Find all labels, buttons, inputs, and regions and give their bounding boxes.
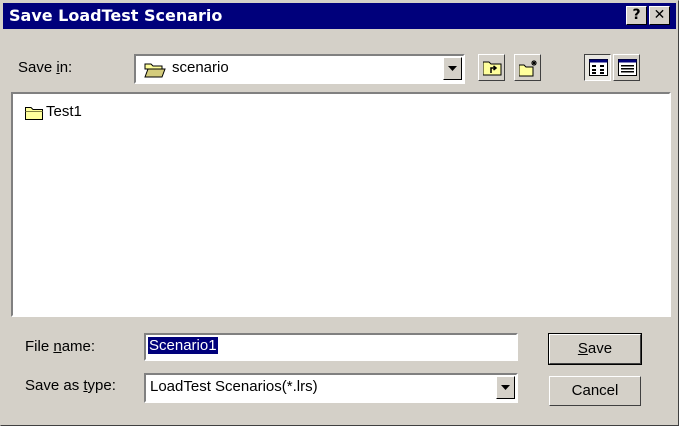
chevron-down-icon [501,385,510,390]
details-view-icon [618,59,637,76]
file-name-label: Test1 [46,103,82,120]
title-bar[interactable]: Save LoadTest Scenario ? ✕ [3,3,676,29]
file-name-value: Scenario1 [148,337,218,354]
save-in-value: scenario [172,59,229,76]
save-as-type-label: Save as type: [25,377,116,394]
close-button[interactable]: ✕ [649,6,670,25]
help-button[interactable]: ? [626,6,647,25]
file-list[interactable]: Test1 [11,92,671,317]
up-one-level-button[interactable] [478,54,505,81]
cancel-button[interactable]: Cancel [549,376,641,406]
help-icon: ? [632,7,641,23]
close-icon: ✕ [653,7,666,23]
save-as-type-dropdown-button[interactable] [496,376,515,399]
folder-icon [25,107,43,120]
save-loadtest-scenario-dialog: Save LoadTest Scenario ? ✕ Save in: scen… [0,0,679,426]
save-as-type-combo[interactable]: LoadTest Scenarios(*.lrs) [144,373,518,403]
chevron-down-icon [448,66,457,71]
list-view-icon [589,59,608,76]
save-in-dropdown-button[interactable] [443,57,462,80]
up-one-level-icon [483,61,502,76]
file-name-label: File name: [25,338,96,355]
list-view-button[interactable] [584,54,611,81]
save-button[interactable]: Save [548,333,642,365]
create-new-folder-icon [519,60,537,77]
details-view-button[interactable] [613,54,640,81]
save-as-type-value: LoadTest Scenarios(*.lrs) [150,378,318,395]
open-folder-icon [144,63,166,78]
window-title: Save LoadTest Scenario [9,6,223,25]
save-in-combo[interactable]: scenario [134,54,465,84]
file-name-input[interactable]: Scenario1 [144,333,518,361]
save-in-label: Save in: [18,59,73,76]
create-new-folder-button[interactable] [514,54,541,81]
